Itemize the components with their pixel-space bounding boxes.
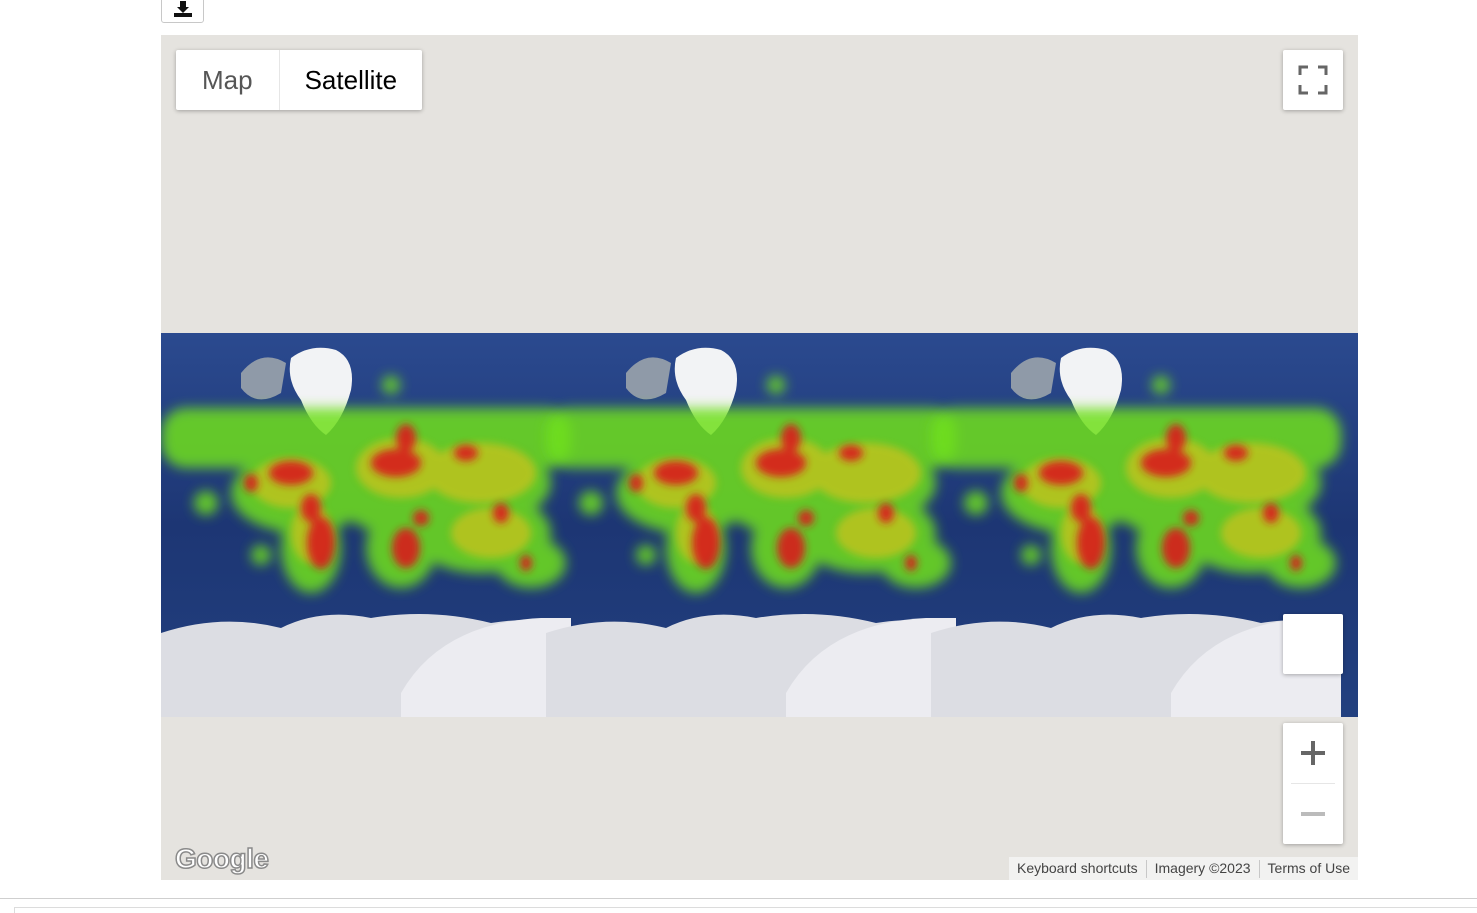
map-attribution: Keyboard shortcuts Imagery ©2023 Terms o…: [1008, 857, 1358, 880]
street-view-button[interactable]: [1283, 614, 1343, 674]
minus-icon: [1301, 812, 1325, 816]
google-logo: Google: [174, 842, 269, 875]
map-type-satellite-button[interactable]: Satellite: [280, 50, 423, 110]
fullscreen-icon: [1298, 65, 1328, 95]
terms-of-use-link[interactable]: Terms of Use: [1260, 857, 1358, 880]
zoom-control: [1283, 723, 1343, 844]
imagery-credit: Imagery ©2023: [1154, 860, 1251, 876]
map-viewport[interactable]: Map Satellite Google Keyboard shortcuts: [161, 35, 1358, 880]
download-button[interactable]: [161, 0, 204, 23]
map-type-control: Map Satellite: [176, 50, 423, 110]
zoom-in-button[interactable]: [1283, 723, 1343, 783]
zoom-out-button[interactable]: [1283, 784, 1343, 844]
next-panel-edge: [14, 907, 1477, 913]
map-type-map-button[interactable]: Map: [176, 50, 280, 110]
plus-icon: [1301, 741, 1325, 765]
keyboard-shortcuts-link[interactable]: Keyboard shortcuts: [1009, 857, 1146, 880]
satellite-heatmap-layer[interactable]: [161, 333, 1358, 717]
download-icon: [173, 0, 192, 17]
fullscreen-button[interactable]: [1283, 50, 1343, 110]
page-divider: [0, 898, 1477, 899]
